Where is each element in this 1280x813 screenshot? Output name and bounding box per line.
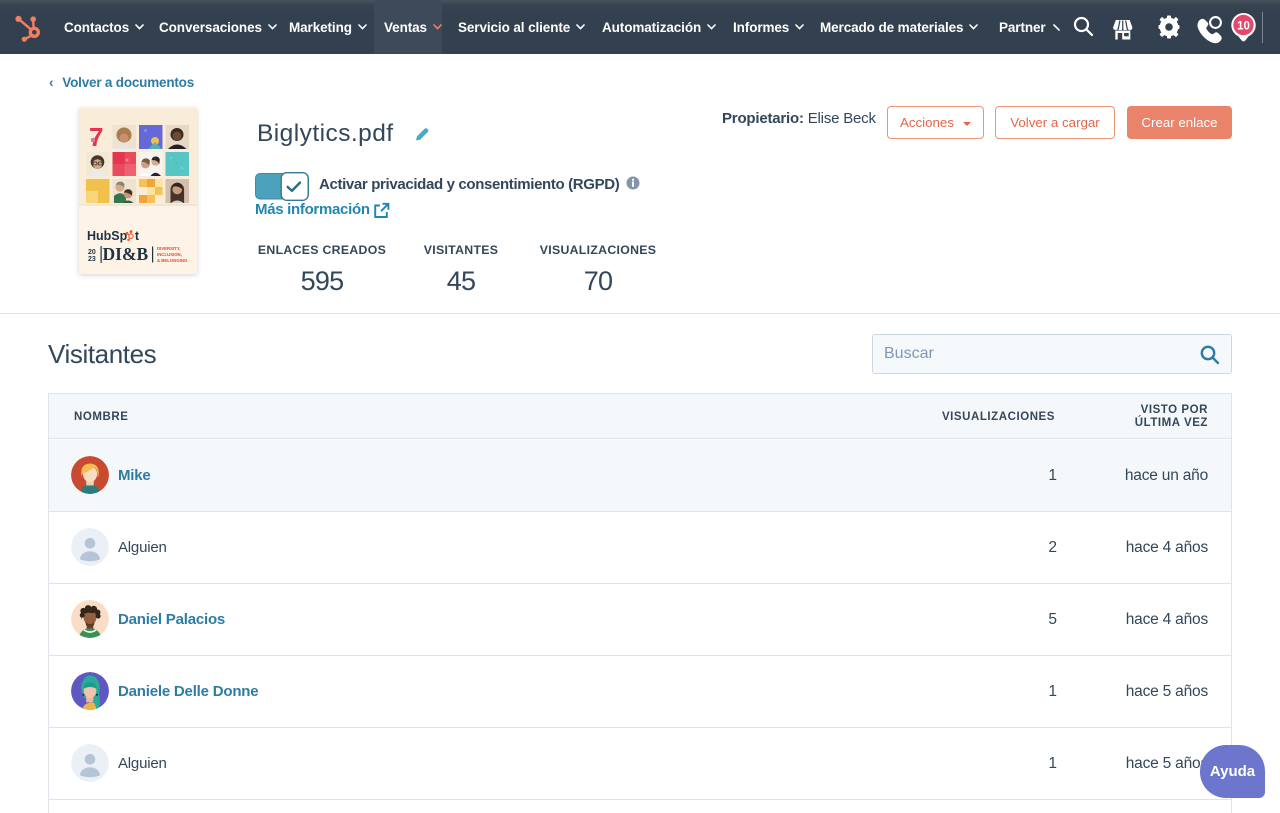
svg-text:& BELONGING: & BELONGING <box>157 258 188 263</box>
svg-text:DI&B: DI&B <box>103 244 149 264</box>
svg-text:DIVERSITY,: DIVERSITY, <box>157 246 180 251</box>
svg-text:10: 10 <box>1237 21 1250 33</box>
svg-text:20: 20 <box>88 249 96 256</box>
svg-text:23: 23 <box>88 256 96 263</box>
svg-text:INCLUSION,: INCLUSION, <box>157 252 182 257</box>
svg-text:7: 7 <box>89 122 103 152</box>
